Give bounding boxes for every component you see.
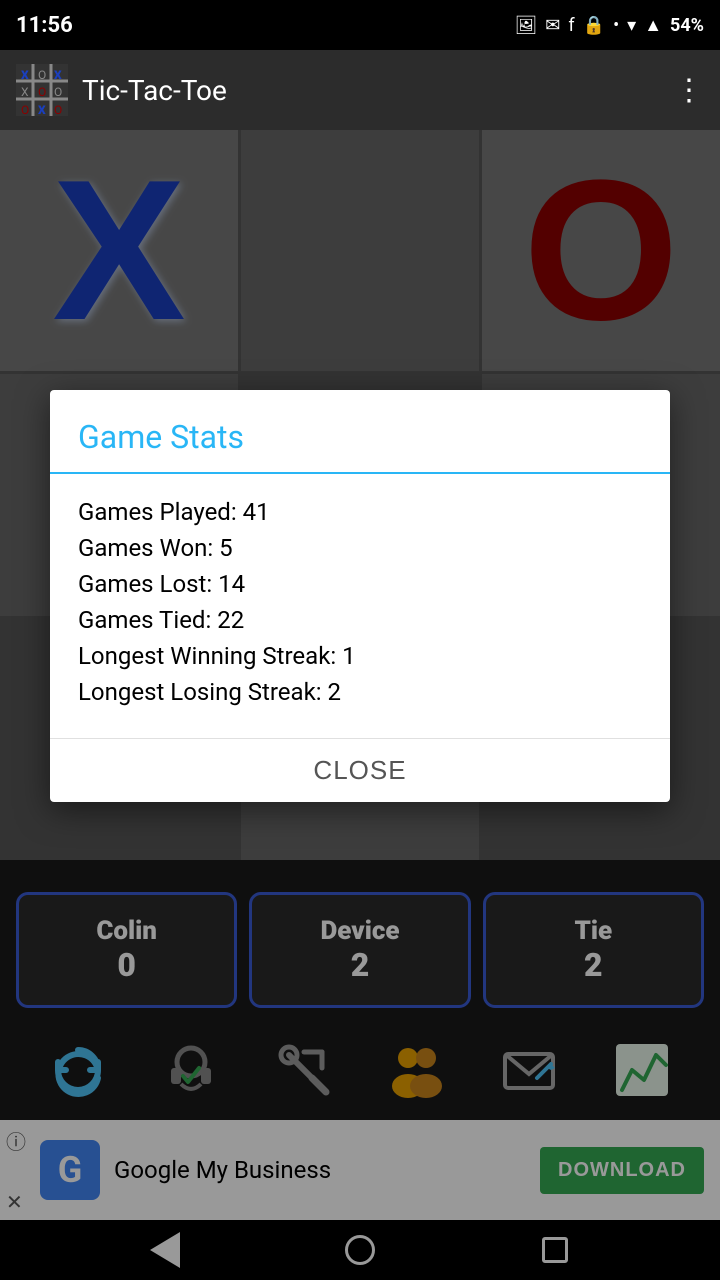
svg-text:O: O [21,103,29,116]
svg-text:X: X [54,68,62,82]
svg-text:X: X [21,85,29,99]
close-button[interactable]: Close [313,755,406,786]
status-icons: 🖼 ✉ f 🔒 • ▾ ▲ 54% [514,15,704,36]
status-bar: 11:56 🖼 ✉ f 🔒 • ▾ ▲ 54% [0,0,720,50]
stat-games-tied: Games Tied: 22 [78,606,642,634]
facebook-icon: f [568,15,574,36]
stat-win-streak: Longest Winning Streak: 1 [78,642,642,670]
app-bar: X O X X O O O X O Tic-Tac-Toe ⋮ [0,50,720,130]
app-icon: X O X X O O O X O [16,64,68,116]
svg-text:X: X [21,68,29,82]
signal-icon: ▲ [644,15,662,36]
dialog-actions: Close [50,738,670,802]
stat-lose-streak: Longest Losing Streak: 2 [78,678,642,706]
battery-indicator: 54% [670,15,704,36]
lock-icon: 🔒 [583,15,605,36]
svg-text:O: O [54,85,62,99]
svg-text:O: O [38,85,46,99]
app-bar-left: X O X X O O O X O Tic-Tac-Toe [16,64,227,116]
game-stats-dialog: Game Stats Games Played: 41 Games Won: 5… [50,390,670,802]
svg-text:X: X [38,103,46,116]
status-time: 11:56 [16,13,73,38]
dialog-divider [50,472,670,474]
svg-text:O: O [38,68,46,82]
stat-games-won: Games Won: 5 [78,534,642,562]
wifi-icon: ▾ [627,15,636,36]
dialog-title: Game Stats [50,390,670,472]
gallery-icon: 🖼 [514,15,537,36]
stat-games-played: Games Played: 41 [78,498,642,526]
app-title: Tic-Tac-Toe [82,74,227,107]
svg-text:O: O [54,103,62,116]
dialog-overlay: Game Stats Games Played: 41 Games Won: 5… [0,130,720,1280]
stat-games-lost: Games Lost: 14 [78,570,642,598]
overflow-menu-button[interactable]: ⋮ [674,73,704,108]
mail-icon: ✉ [545,15,560,36]
dot-indicator: • [613,15,619,36]
dialog-content: Games Played: 41 Games Won: 5 Games Lost… [50,498,670,738]
